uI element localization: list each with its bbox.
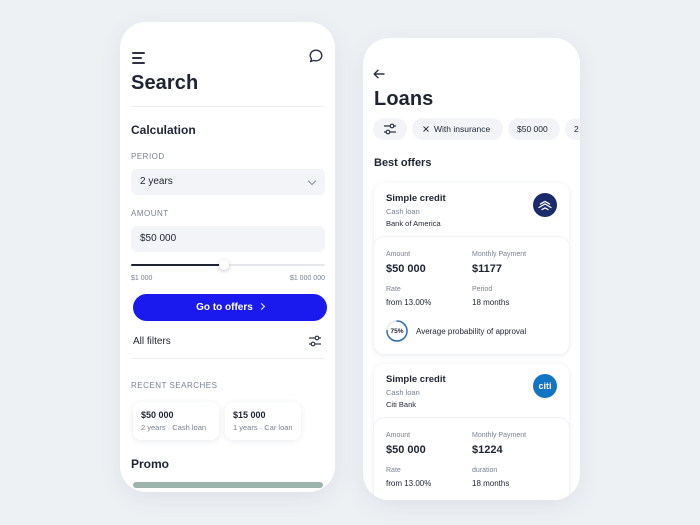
chip-label: $50 000 <box>517 124 548 134</box>
calculation-heading: Calculation <box>131 123 196 137</box>
slider-thumb[interactable] <box>219 260 230 270</box>
amount-value: $50 000 <box>140 233 177 244</box>
offer-rate: from 13.00% <box>386 298 432 307</box>
bank-logo-icon <box>538 200 552 211</box>
rate-label: Rate <box>386 286 401 293</box>
offer-amount: $50 000 <box>386 444 426 456</box>
chat-bubble-icon[interactable] <box>308 48 324 64</box>
offer-type: Cash loan <box>386 388 420 397</box>
offer-amount: $50 000 <box>386 263 426 275</box>
amount-min: $1 000 <box>131 275 153 282</box>
payment-label: Monthly Payment <box>472 251 527 258</box>
term-label: Period <box>472 286 493 293</box>
offer-card[interactable]: Simple credit Cash loan Bank of America … <box>374 183 569 354</box>
offer-title: Simple credit <box>386 374 446 385</box>
amount-slider[interactable] <box>131 260 325 272</box>
offer-rate: from 13.00% <box>386 479 432 488</box>
approval-text: Average probability of approval <box>416 327 527 336</box>
chevron-right-icon <box>257 302 265 311</box>
chip-label: 2 <box>574 124 579 134</box>
recent-search-amount: $15 000 <box>233 410 266 420</box>
recent-search-card[interactable]: $50 000 2 years · Cash loan <box>133 402 219 440</box>
slider-fill <box>131 264 225 266</box>
offer-bank: Citi Bank <box>386 400 417 409</box>
close-icon[interactable] <box>423 126 429 132</box>
recent-search-card[interactable]: $15 000 1 years · Car loan <box>225 402 301 440</box>
chip-amount[interactable]: $50 000 <box>508 118 560 140</box>
go-to-offers-button[interactable]: Go to offers <box>133 294 327 321</box>
amount-max: $1 000 000 <box>289 275 325 282</box>
divider <box>131 106 324 107</box>
filter-sliders-icon[interactable] <box>308 335 322 347</box>
offer-term: 18 months <box>472 298 510 307</box>
recent-search-amount: $50 000 <box>141 410 174 420</box>
rate-label: Rate <box>386 467 401 474</box>
offer-details: Amount $50 000 Monthly Payment $1224 Rat… <box>374 418 569 500</box>
menu-icon[interactable] <box>132 52 145 64</box>
offer-bank: Bank of America <box>386 219 441 228</box>
offer-type: Cash loan <box>386 207 420 216</box>
offer-term: 18 months <box>472 479 510 488</box>
citi-bank-logo: citi <box>533 374 557 398</box>
chip-label: With insurance <box>434 124 491 134</box>
filter-button[interactable] <box>373 118 407 140</box>
amount-label: Amount <box>386 432 411 439</box>
chevron-down-icon <box>307 176 317 186</box>
bank-of-america-logo <box>533 193 557 217</box>
divider <box>131 358 324 359</box>
back-arrow-icon[interactable] <box>373 69 385 79</box>
page-title: Search <box>131 72 199 94</box>
all-filters-label[interactable]: All filters <box>133 336 171 347</box>
period-select[interactable]: 2 years <box>131 169 325 195</box>
offer-payment: $1224 <box>472 444 503 456</box>
chip-period[interactable]: 2 <box>565 118 580 140</box>
loans-screen: Loans With insurance $50 000 2 Best offe… <box>363 38 580 500</box>
payment-label: Monthly Payment <box>472 432 527 439</box>
chip-with-insurance[interactable]: With insurance <box>412 118 503 140</box>
offer-details: Amount $50 000 Monthly Payment $1177 Rat… <box>374 237 569 354</box>
go-to-offers-label: Go to offers <box>196 302 253 313</box>
promo-banner[interactable] <box>133 482 323 488</box>
search-screen: Search Calculation PERIOD 2 years AMOUNT… <box>120 22 335 492</box>
amount-input[interactable]: $50 000 <box>131 226 325 252</box>
term-label: duration <box>472 467 498 474</box>
offer-card[interactable]: Simple credit Cash loan Citi Bank citi A… <box>374 364 569 500</box>
recent-search-details: 2 years · Cash loan <box>141 423 207 432</box>
offer-title: Simple credit <box>386 193 446 204</box>
approval-percent: 75% <box>390 328 404 335</box>
recent-search-details: 1 years · Car loan <box>233 423 293 432</box>
recent-searches-heading: RECENT SEARCHES <box>131 381 218 390</box>
best-offers-heading: Best offers <box>374 157 432 169</box>
filter-sliders-icon <box>384 123 396 135</box>
amount-label: Amount <box>386 251 411 258</box>
page-title: Loans <box>374 88 434 110</box>
offer-payment: $1177 <box>472 263 502 275</box>
amount-label: AMOUNT <box>131 209 169 218</box>
promo-heading: Promo <box>131 457 170 471</box>
period-label: PERIOD <box>131 152 165 161</box>
period-value: 2 years <box>140 176 173 187</box>
